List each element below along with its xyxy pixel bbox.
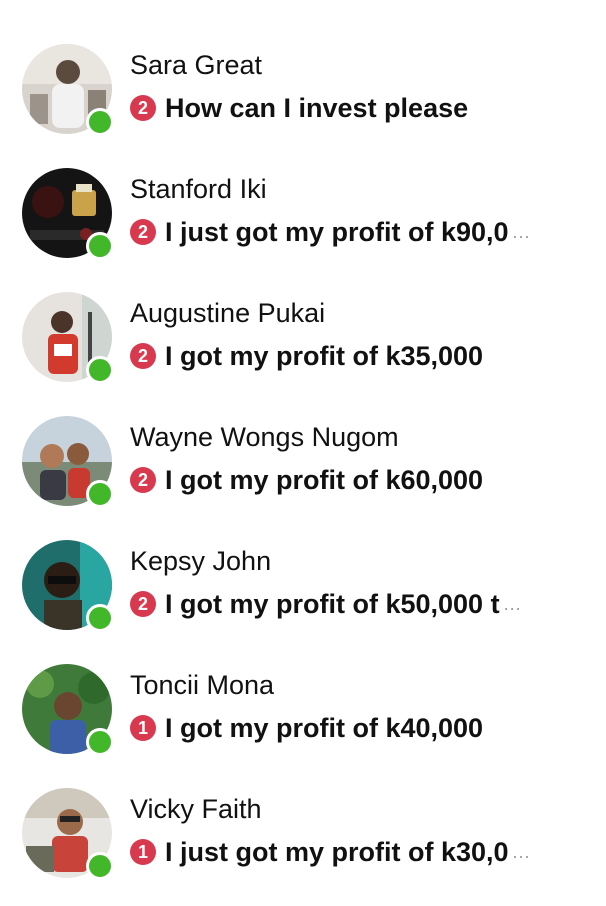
chat-list: Sara Great 2 How can I invest please Sta…: [0, 38, 606, 906]
online-status-dot: [86, 852, 114, 880]
chat-item[interactable]: Sara Great 2 How can I invest please: [0, 38, 606, 162]
message-preview: 2 I got my profit of k50,000 t ...: [130, 586, 550, 622]
contact-name: Augustine Pukai: [130, 298, 326, 328]
message-preview-text: I got my profit of k40,000: [165, 712, 484, 743]
chat-item[interactable]: Kepsy John 2 I got my profit of k50,000 …: [0, 534, 606, 658]
truncation-ellipsis: ...: [512, 221, 531, 242]
chat-item[interactable]: Wayne Wongs Nugom 2 I got my profit of k…: [0, 410, 606, 534]
unread-count-badge: 1: [130, 839, 156, 865]
message-preview-text: I got my profit of k50,000 t: [165, 588, 500, 619]
truncation-ellipsis: ...: [503, 593, 522, 614]
contact-name: Sara Great: [130, 50, 263, 80]
contact-name: Kepsy John: [130, 546, 272, 576]
message-preview-text: I just got my profit of k30,0: [165, 836, 509, 867]
online-status-dot: [86, 480, 114, 508]
online-status-dot: [86, 356, 114, 384]
message-preview-text: I just got my profit of k90,0: [165, 216, 509, 247]
message-preview-text: How can I invest please: [165, 92, 469, 123]
message-preview: 1 I got my profit of k40,000: [130, 710, 550, 746]
unread-count-badge: 2: [130, 467, 156, 493]
clipped-header: [0, 0, 606, 14]
message-preview: 2 I got my profit of k35,000: [130, 338, 550, 374]
unread-count-badge: 1: [130, 715, 156, 741]
message-preview: 1 I just got my profit of k30,0 ...: [130, 834, 550, 870]
contact-name: Stanford Iki: [130, 174, 267, 204]
message-preview-text: I got my profit of k60,000: [165, 464, 484, 495]
contact-name: Toncii Mona: [130, 670, 275, 700]
unread-count-badge: 2: [130, 95, 156, 121]
online-status-dot: [86, 728, 114, 756]
message-preview: 2 I just got my profit of k90,0 ...: [130, 214, 550, 250]
chat-item[interactable]: Augustine Pukai 2 I got my profit of k35…: [0, 286, 606, 410]
chat-item[interactable]: Toncii Mona 1 I got my profit of k40,000: [0, 658, 606, 782]
unread-count-badge: 2: [130, 343, 156, 369]
message-preview: 2 How can I invest please: [130, 90, 550, 126]
truncation-ellipsis: ...: [512, 841, 531, 862]
online-status-dot: [86, 604, 114, 632]
online-status-dot: [86, 108, 114, 136]
chat-item[interactable]: Vicky Faith 1 I just got my profit of k3…: [0, 782, 606, 906]
unread-count-badge: 2: [130, 219, 156, 245]
unread-count-badge: 2: [130, 591, 156, 617]
contact-name: Wayne Wongs Nugom: [130, 422, 399, 452]
online-status-dot: [86, 232, 114, 260]
contact-name: Vicky Faith: [130, 794, 262, 824]
message-preview-text: I got my profit of k35,000: [165, 340, 484, 371]
message-preview: 2 I got my profit of k60,000: [130, 462, 550, 498]
chat-item[interactable]: Stanford Iki 2 I just got my profit of k…: [0, 162, 606, 286]
